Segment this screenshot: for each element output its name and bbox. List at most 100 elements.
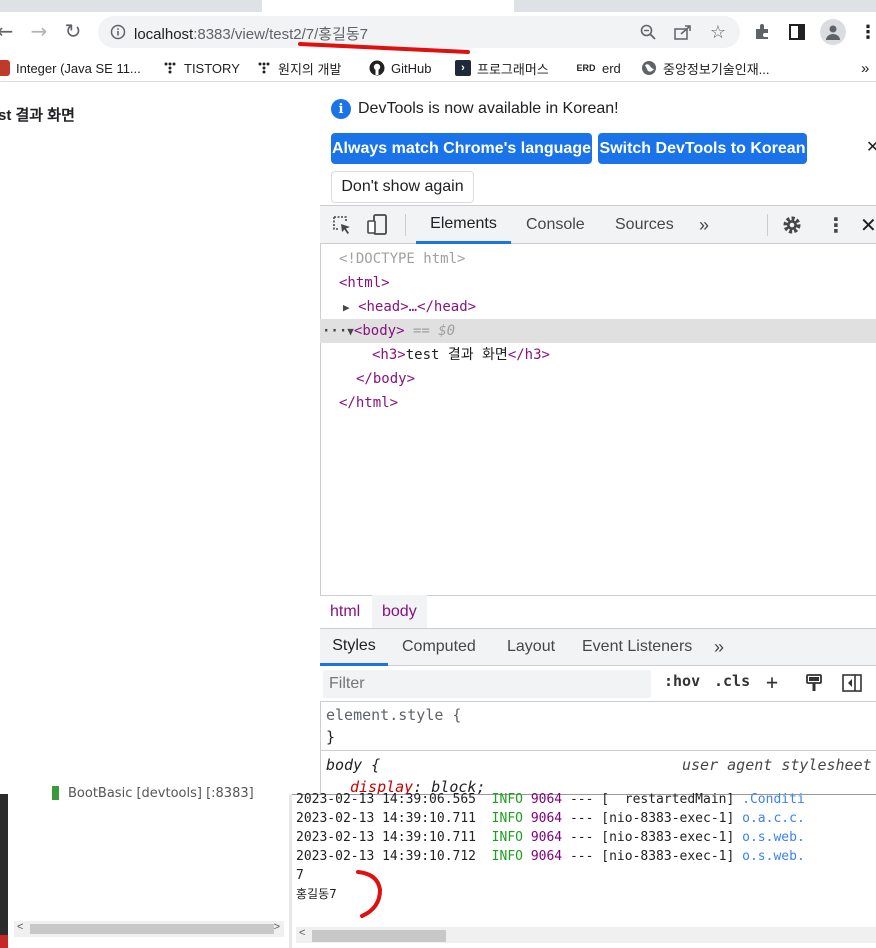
bookmark-label: TISTORY <box>184 60 240 76</box>
zoom-icon[interactable] <box>636 20 660 44</box>
dom-line-html[interactable]: <html> <box>320 271 876 295</box>
more-subtabs-button[interactable]: » <box>714 628 724 666</box>
bookmark-label: 중앙정보기술인재... <box>663 61 770 77</box>
element-style-selector[interactable]: element.style { <box>326 706 461 724</box>
console-scrollbar[interactable]: < <box>296 927 876 943</box>
inspect-element-icon[interactable] <box>331 206 353 244</box>
dont-show-again-button[interactable]: Don't show again <box>331 171 474 203</box>
class-toggle[interactable]: .cls <box>714 672 750 690</box>
tab-sources[interactable]: Sources <box>615 206 674 244</box>
bookmark-integer[interactable]: Integer (Java SE 11... <box>0 58 141 78</box>
breadcrumb-html[interactable]: html <box>320 595 370 628</box>
tab-layout[interactable]: Layout <box>507 628 555 666</box>
close-icon[interactable]: ✕ <box>866 137 876 157</box>
extensions-icon[interactable] <box>750 20 774 44</box>
tistory-icon <box>162 60 178 76</box>
new-style-rule-icon[interactable]: + <box>766 670 778 694</box>
process-running-icon <box>52 786 59 800</box>
scrollbar-thumb[interactable] <box>312 930 446 942</box>
bookmark-star-icon[interactable]: ☆ <box>706 20 730 44</box>
process-panel-scrollbar[interactable]: < > <box>14 921 284 937</box>
tab-styles[interactable]: Styles <box>320 628 388 666</box>
dom-line-body-close[interactable]: </body> <box>320 367 876 391</box>
switch-to-korean-button[interactable]: Switch DevTools to Korean <box>598 133 807 164</box>
panel-splitter[interactable] <box>289 794 292 948</box>
reload-icon[interactable]: ↻ <box>58 16 88 46</box>
bookmark-erd[interactable]: ERD erd <box>576 58 621 78</box>
log-logger[interactable]: .Conditi <box>742 792 805 807</box>
log-level: INFO <box>491 830 523 845</box>
ide-left-edge <box>0 794 8 948</box>
device-toolbar-icon[interactable] <box>366 206 390 244</box>
profile-avatar-icon[interactable] <box>820 19 846 45</box>
tab-console[interactable]: Console <box>526 206 585 244</box>
ide-left-edge-accent <box>0 935 8 948</box>
bookmark-label: 프로그래머스 <box>477 61 549 77</box>
github-icon <box>369 60 385 76</box>
bookmark-label: Integer (Java SE 11... <box>16 60 141 76</box>
log-logger[interactable]: o.a.c.c. <box>742 811 805 826</box>
bookmark-tistory[interactable]: TISTORY <box>162 58 240 78</box>
info-icon: i <box>331 99 351 119</box>
share-icon[interactable] <box>671 20 695 44</box>
bookmark-wonji[interactable]: 원지의 개발 <box>256 58 341 78</box>
styles-filter-input[interactable] <box>323 670 651 698</box>
scrollbar-thumb[interactable] <box>30 924 274 934</box>
collapse-triangle-icon[interactable]: ▼ <box>347 325 354 338</box>
close-devtools-icon[interactable]: ✕ <box>860 206 876 244</box>
h3-close-tag: </h3> <box>507 347 550 363</box>
log-thread: [nio-8383-exec-1] <box>601 830 735 845</box>
chrome-menu-icon[interactable]: ⋮ <box>856 20 876 44</box>
url-host: localhost <box>134 26 194 43</box>
dom-line-h3[interactable]: <h3>test 결과 화면</h3> <box>320 343 876 367</box>
gear-icon[interactable] <box>781 206 803 244</box>
active-tab[interactable] <box>262 0 514 12</box>
dom-line-head[interactable]: ▶ <head>…</head> <box>320 295 876 319</box>
side-panel-icon[interactable] <box>785 20 809 44</box>
forward-icon[interactable]: → <box>24 16 54 46</box>
log-level: INFO <box>491 792 523 807</box>
programmers-icon: › <box>455 60 471 76</box>
dom-line-doctype[interactable]: <!DOCTYPE html> <box>320 247 876 271</box>
process-label[interactable]: BootBasic [devtools] [:8383] <box>68 786 254 801</box>
dom-line-html-close[interactable]: </html> <box>320 391 876 415</box>
scroll-left-icon[interactable]: < <box>299 927 305 939</box>
ellipsis-icon[interactable]: ··· <box>322 323 347 339</box>
breadcrumb-body[interactable]: body <box>372 595 427 628</box>
erd-icon: ERD <box>576 63 596 73</box>
paint-brush-icon[interactable] <box>805 674 823 697</box>
log-line: 2023-02-13 14:39:10.712 INFO 9064 --- [n… <box>296 847 805 866</box>
always-match-language-button[interactable]: Always match Chrome's language <box>331 133 592 164</box>
bookmark-programmers[interactable]: › 프로그래머스 <box>455 58 549 78</box>
bookmarks-more-button[interactable]: » <box>861 58 869 78</box>
log-logger[interactable]: o.s.web. <box>742 830 805 845</box>
bookmark-github[interactable]: GitHub <box>369 58 431 78</box>
bookmark-jungang[interactable]: 중앙정보기술인재... <box>641 58 770 78</box>
body-close-tag: </body> <box>356 371 416 387</box>
body-rule-selector[interactable]: body { <box>326 756 380 774</box>
tab-computed[interactable]: Computed <box>402 628 476 666</box>
selected-node-marker: == $0 <box>412 323 456 339</box>
log-sep: --- <box>569 811 594 826</box>
output-line-id: 7 <box>296 868 304 883</box>
hover-state-toggle[interactable]: :hov <box>664 672 700 690</box>
url-text[interactable]: localhost:8383/view/test2/7/홍길동7 <box>134 23 368 44</box>
html-open-tag: <html> <box>339 275 390 291</box>
toggle-sidebar-icon[interactable] <box>842 674 862 697</box>
more-tabs-button[interactable]: » <box>699 206 709 244</box>
tab-event-listeners[interactable]: Event Listeners <box>582 628 692 666</box>
log-timestamp: 2023-02-13 14:39:10.711 <box>296 811 477 826</box>
dom-line-body-selected[interactable]: ···▼<body> == $0 <box>320 319 876 343</box>
expand-triangle-icon[interactable]: ▶ <box>343 301 350 314</box>
user-agent-stylesheet-label: user agent stylesheet <box>682 756 872 774</box>
scroll-left-icon[interactable]: < <box>17 921 23 933</box>
log-line: 2023-02-13 14:39:10.711 INFO 9064 --- [n… <box>296 828 805 847</box>
scroll-right-icon[interactable]: > <box>274 921 280 933</box>
log-logger[interactable]: o.s.web. <box>742 849 805 864</box>
log-line: 2023-02-13 14:39:10.711 INFO 9064 --- [n… <box>296 809 805 828</box>
back-icon[interactable]: ← <box>0 16 20 46</box>
site-info-icon[interactable] <box>106 20 130 44</box>
bookmark-label: erd <box>602 60 621 76</box>
tab-elements[interactable]: Elements <box>416 206 511 244</box>
devtools-menu-icon[interactable]: ⋮ <box>826 206 846 244</box>
